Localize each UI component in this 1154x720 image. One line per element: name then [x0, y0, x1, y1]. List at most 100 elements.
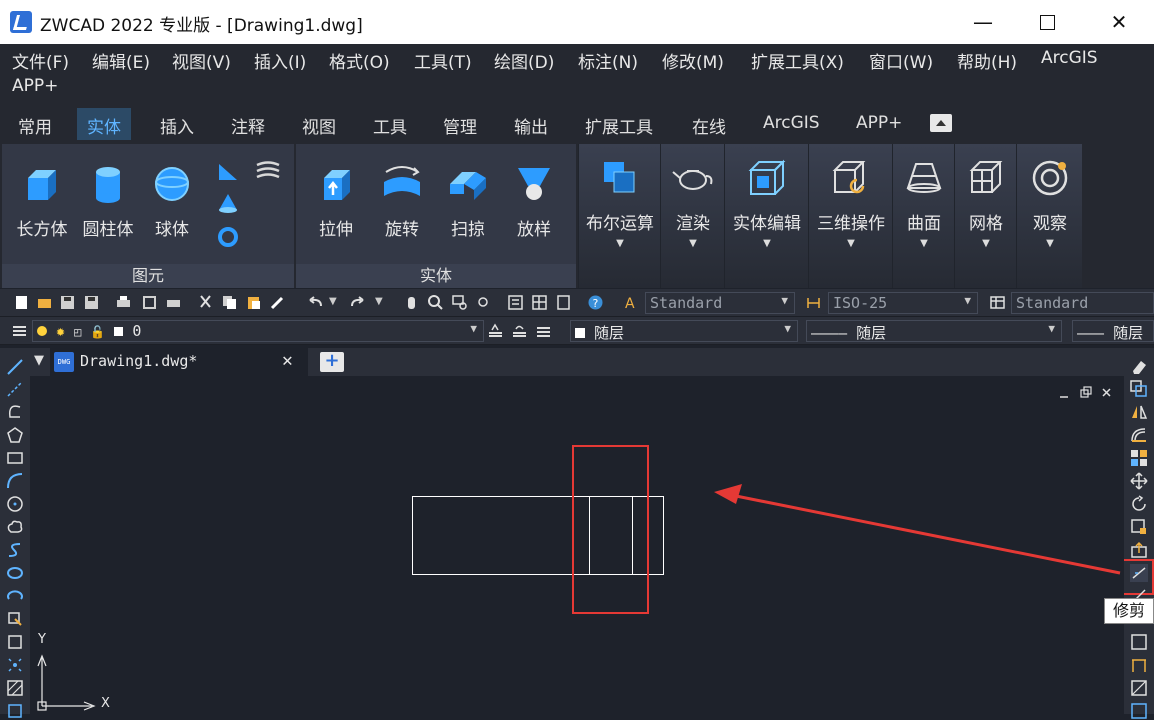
- polyline-icon[interactable]: [6, 403, 24, 421]
- mesh-button[interactable]: 网格 ▼: [955, 158, 1017, 249]
- minimize-ribbon-button[interactable]: [930, 114, 952, 132]
- viewport-restore-icon[interactable]: [1080, 386, 1092, 398]
- tab-extensions[interactable]: 扩展工具: [575, 108, 663, 140]
- view-panel[interactable]: 观察 ▼: [1016, 144, 1082, 288]
- save-as-icon[interactable]: [84, 295, 99, 310]
- point-icon[interactable]: [6, 656, 24, 674]
- pan-hand-icon[interactable]: [404, 295, 419, 310]
- new-file-icon[interactable]: [14, 295, 29, 310]
- insert-block-icon[interactable]: [6, 610, 24, 628]
- properties-icon[interactable]: [508, 295, 523, 310]
- mesh-panel[interactable]: 网格 ▼: [954, 144, 1016, 288]
- spline-icon[interactable]: [6, 541, 24, 559]
- tab-home[interactable]: 常用: [8, 108, 62, 140]
- menu-modify[interactable]: 修改(M): [662, 48, 724, 73]
- zoom-window-icon[interactable]: [452, 295, 467, 310]
- boolean-button[interactable]: 布尔运算 ▼: [579, 158, 661, 249]
- match-properties-icon[interactable]: [270, 295, 285, 310]
- rectangle-icon[interactable]: [6, 449, 24, 467]
- make-object-layer-current-icon[interactable]: [488, 323, 503, 338]
- print-icon[interactable]: [116, 295, 131, 310]
- dimension-style-select[interactable]: ISO-25 ▼: [828, 292, 978, 314]
- solid-edit-panel[interactable]: 实体编辑 ▼: [724, 144, 808, 288]
- erase-icon[interactable]: [1130, 358, 1148, 376]
- text-style-select[interactable]: Standard ▼: [645, 292, 795, 314]
- plot-preview-icon[interactable]: [142, 295, 157, 310]
- menu-help[interactable]: 帮助(H): [957, 48, 1017, 73]
- boolean-panel[interactable]: 布尔运算 ▼: [578, 144, 660, 288]
- line-icon[interactable]: [6, 358, 24, 376]
- color-select[interactable]: 随层 ▼: [570, 320, 798, 342]
- table-style-icon[interactable]: [990, 295, 1005, 310]
- extrude-button[interactable]: 拉伸: [306, 164, 366, 240]
- dimension-style-icon[interactable]: [806, 295, 821, 310]
- copy-object-icon[interactable]: [1130, 380, 1148, 398]
- tab-annotate[interactable]: 注释: [221, 108, 275, 140]
- construction-line-icon[interactable]: [6, 380, 24, 398]
- tab-list-dropdown-icon[interactable]: ▼: [34, 353, 44, 368]
- sphere-button[interactable]: 球体: [147, 164, 197, 240]
- loft-button[interactable]: 放样: [504, 164, 564, 240]
- tab-manage[interactable]: 管理: [433, 108, 487, 140]
- view-button[interactable]: 观察 ▼: [1017, 158, 1083, 249]
- revolve-button[interactable]: 旋转: [372, 164, 432, 240]
- open-folder-icon[interactable]: [37, 295, 52, 310]
- tab-app-plus[interactable]: APP+: [846, 108, 912, 140]
- stretch-icon[interactable]: [1130, 541, 1148, 559]
- publish-icon[interactable]: [166, 295, 181, 310]
- chamfer-icon[interactable]: [1130, 679, 1148, 697]
- menu-draw[interactable]: 绘图(D): [494, 48, 554, 73]
- viewport-close-icon[interactable]: [1102, 388, 1111, 397]
- cone-icon[interactable]: [217, 192, 239, 214]
- close-button[interactable]: ✕: [1084, 0, 1154, 44]
- copy-icon[interactable]: [222, 295, 237, 310]
- trim-icon[interactable]: [1130, 564, 1148, 582]
- text-style-icon[interactable]: A: [624, 295, 639, 310]
- menu-dimension[interactable]: 标注(N): [578, 48, 638, 73]
- table-style-select[interactable]: Standard: [1011, 292, 1154, 314]
- linetype-select[interactable]: ———— 随层 ▼: [806, 320, 1062, 342]
- circle-icon[interactable]: [6, 495, 24, 513]
- tab-tools[interactable]: 工具: [363, 108, 417, 140]
- menu-arcgis[interactable]: ArcGIS: [1041, 48, 1098, 68]
- save-icon[interactable]: [60, 295, 75, 310]
- tab-insert[interactable]: 插入: [150, 108, 204, 140]
- move-icon[interactable]: [1130, 472, 1148, 490]
- arc-icon[interactable]: [6, 472, 24, 490]
- cut-icon[interactable]: [198, 295, 213, 310]
- solid-edit-button[interactable]: 实体编辑 ▼: [725, 158, 809, 249]
- scale-icon[interactable]: [1130, 518, 1148, 536]
- op3d-button[interactable]: 三维操作 ▼: [809, 158, 893, 249]
- op3d-panel[interactable]: 三维操作 ▼: [808, 144, 892, 288]
- help-icon[interactable]: ?: [588, 295, 603, 310]
- offset-icon[interactable]: [1130, 426, 1148, 444]
- array-icon[interactable]: [1130, 449, 1148, 467]
- tab-drawing1[interactable]: DWG Drawing1.dwg* ✕: [50, 348, 308, 376]
- cylinder-button[interactable]: 圆柱体: [78, 164, 138, 240]
- menu-tools[interactable]: 工具(T): [414, 48, 472, 73]
- torus-icon[interactable]: [217, 226, 239, 248]
- sweep-button[interactable]: 扫掠: [438, 164, 498, 240]
- layer-previous-icon[interactable]: [512, 323, 527, 338]
- make-block-icon[interactable]: [6, 633, 24, 651]
- break-icon[interactable]: [1130, 633, 1148, 651]
- drawing-canvas[interactable]: Y X: [30, 376, 1124, 714]
- region-icon[interactable]: [6, 702, 24, 720]
- tool-palette-icon[interactable]: [556, 295, 571, 310]
- paste-icon[interactable]: [246, 295, 261, 310]
- ellipse-arc-icon[interactable]: [6, 587, 24, 605]
- maximize-button[interactable]: [1012, 0, 1082, 44]
- surface-panel[interactable]: 曲面 ▼: [892, 144, 954, 288]
- menu-view[interactable]: 视图(V): [172, 48, 231, 73]
- zoom-realtime-icon[interactable]: [428, 295, 443, 310]
- tab-online[interactable]: 在线: [682, 108, 736, 140]
- minimize-button[interactable]: —: [948, 0, 1018, 44]
- render-panel[interactable]: 渲染 ▼: [660, 144, 724, 288]
- undo-dropdown-icon[interactable]: ▼: [329, 296, 337, 307]
- layer-select[interactable]: ✹ ◰ 🔓 0 ▼: [32, 320, 484, 342]
- menu-format[interactable]: 格式(O): [329, 48, 390, 73]
- tab-arcgis[interactable]: ArcGIS: [753, 108, 830, 140]
- join-icon[interactable]: [1130, 656, 1148, 674]
- undo-icon[interactable]: [308, 295, 323, 310]
- fillet-icon[interactable]: [1130, 702, 1148, 720]
